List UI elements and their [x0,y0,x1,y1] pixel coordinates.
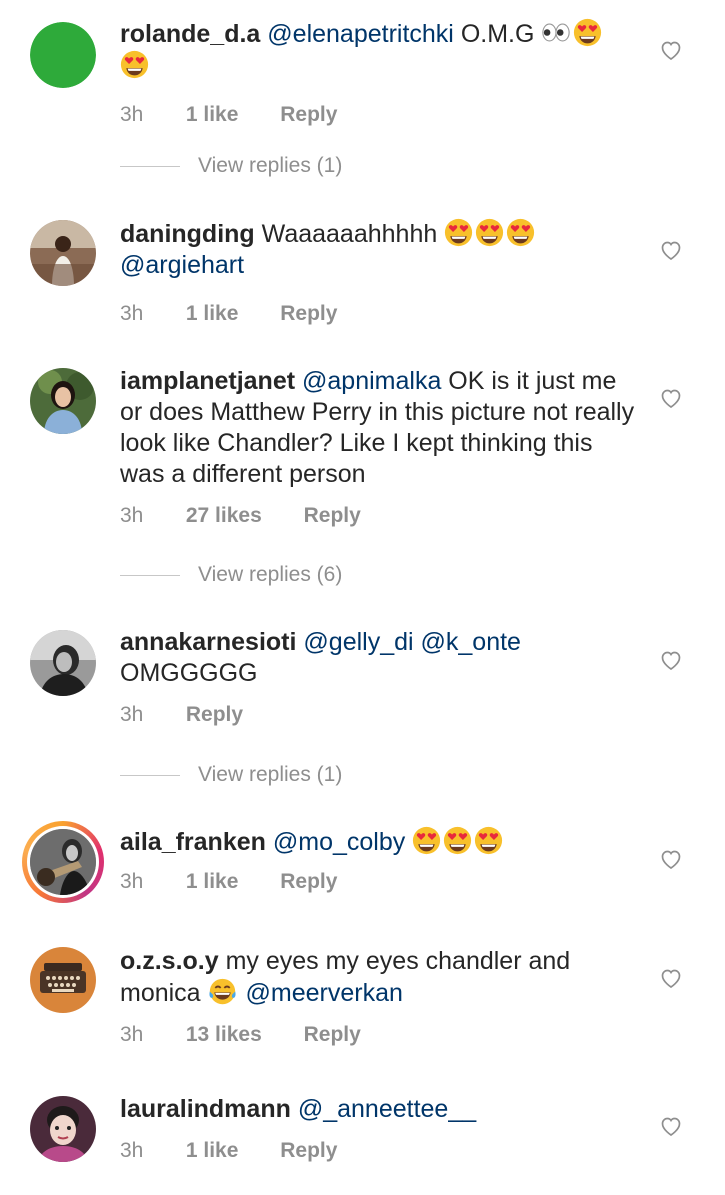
divider-line [120,774,180,776]
comment-text: daningding Waaaaaahhhhh @argiehart [120,218,635,281]
reply-button[interactable]: Reply [280,301,337,327]
like-heart-icon[interactable] [659,38,683,62]
divider-line [120,574,180,576]
avatar-image [30,947,96,1013]
username[interactable]: annakarnesioti [120,628,296,656]
heart-eyes-emoji-icon [573,18,602,47]
view-replies-label[interactable]: View replies (6) [198,563,342,586]
comment-meta: 3h Reply [120,702,635,728]
like-heart-icon[interactable] [659,648,683,672]
avatar-image [30,630,96,696]
avatar[interactable] [30,22,96,88]
mention[interactable]: @k_onte [421,628,521,656]
avatar-image [30,220,96,286]
comment-meta: 3h 1 like Reply [120,102,635,128]
comment-text: aila_franken @mo_colby [120,826,635,858]
comment-body: Waaaaaahhhhh [254,220,438,248]
divider-line [120,165,180,167]
mention[interactable]: @meerverkan [246,979,403,1007]
timestamp: 3h [120,1023,144,1046]
comment-meta: 3h 1 like Reply [120,869,635,895]
mention[interactable]: @mo_colby [273,828,405,856]
heart-eyes-emoji-icon [412,826,441,855]
comment-text: o.z.s.o.y my eyes my eyes chandler and m… [120,946,635,1009]
avatar[interactable] [30,630,96,696]
comment-meta: 3h 27 likes Reply [120,503,635,529]
heart-eyes-emoji-icon [474,826,503,855]
likes-count[interactable]: 1 like [186,869,239,895]
reply-button[interactable]: Reply [304,1022,361,1048]
story-ring[interactable] [22,821,104,903]
timestamp: 3h [120,302,144,325]
timestamp: 3h [120,1139,144,1162]
avatar[interactable] [30,1096,96,1162]
avatar-image [30,368,96,434]
avatar-image [30,22,96,88]
reply-button[interactable]: Reply [280,869,337,895]
heart-eyes-emoji-icon [506,218,535,247]
reply-button[interactable]: Reply [304,503,361,529]
mention[interactable]: @apnimalka [302,367,441,395]
view-replies-button[interactable]: View replies (1) [120,760,342,790]
avatar[interactable] [30,947,96,1013]
comment-text: iamplanetjanet @apnimalka OK is it just … [120,366,635,490]
like-heart-icon[interactable] [659,386,683,410]
mention[interactable]: @_anneettee__ [298,1095,476,1123]
avatar[interactable] [30,368,96,434]
heart-eyes-emoji-icon [475,218,504,247]
reply-button[interactable]: Reply [186,702,243,728]
like-heart-icon[interactable] [659,1114,683,1138]
comment-meta: 3h 1 like Reply [120,301,635,327]
comment-text: annakarnesioti @gelly_di @k_onte OMGGGGG [120,627,635,689]
username[interactable]: rolande_d.a [120,20,260,48]
comment-meta: 3h 13 likes Reply [120,1022,635,1048]
username[interactable]: iamplanetjanet [120,367,295,395]
username[interactable]: lauralindmann [120,1095,291,1123]
like-heart-icon[interactable] [659,966,683,990]
mention[interactable]: @gelly_di [303,628,413,656]
timestamp: 3h [120,103,144,126]
likes-count[interactable]: 1 like [186,1138,239,1164]
heart-eyes-emoji-icon [120,50,149,79]
view-replies-label[interactable]: View replies (1) [198,763,342,786]
view-replies-button[interactable]: View replies (6) [120,560,342,590]
comment-body: O.M.G [453,20,535,48]
view-replies-label[interactable]: View replies (1) [198,154,342,177]
timestamp: 3h [120,504,144,527]
username[interactable]: o.z.s.o.y [120,947,219,975]
like-heart-icon[interactable] [659,238,683,262]
timestamp: 3h [120,870,144,893]
avatar[interactable] [30,220,96,286]
username[interactable]: daningding [120,220,255,248]
reply-button[interactable]: Reply [280,1138,337,1164]
avatar-image [30,1096,96,1162]
tears-of-joy-emoji-icon [208,977,237,1006]
reply-button[interactable]: Reply [280,102,337,128]
heart-eyes-emoji-icon [443,826,472,855]
heart-eyes-emoji-icon [444,218,473,247]
username[interactable]: aila_franken [120,828,266,856]
likes-count[interactable]: 27 likes [186,503,262,529]
comment-body: OMGGGGG [120,659,258,687]
view-replies-button[interactable]: View replies (1) [120,151,342,181]
eyes-emoji-icon [541,23,571,42]
comment-text: lauralindmann @_anneettee__ [120,1094,635,1125]
likes-count[interactable]: 13 likes [186,1022,262,1048]
mention[interactable]: @argiehart [120,251,244,279]
timestamp: 3h [120,703,144,726]
comment-meta: 3h 1 like Reply [120,1138,635,1164]
comment-text: rolande_d.a @elenapetritchki O.M.G [120,18,635,82]
mention[interactable]: @elenapetritchki [267,20,454,48]
likes-count[interactable]: 1 like [186,102,239,128]
likes-count[interactable]: 1 like [186,301,239,327]
like-heart-icon[interactable] [659,847,683,871]
avatar-image [30,829,96,895]
